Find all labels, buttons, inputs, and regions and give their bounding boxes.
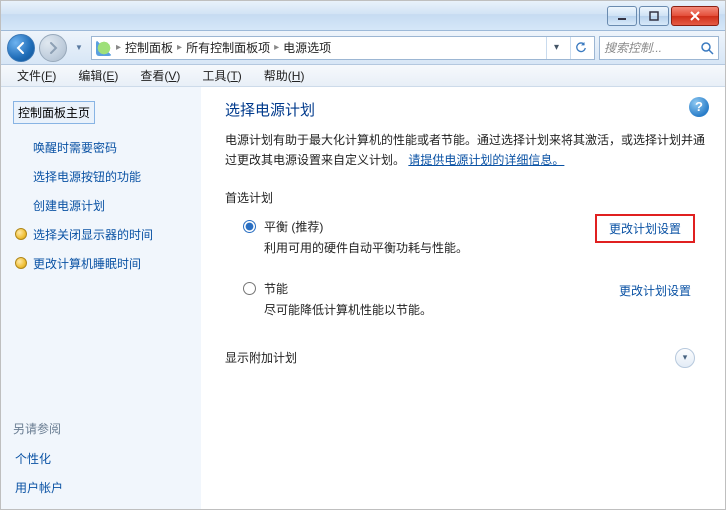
close-button[interactable]: [671, 6, 719, 26]
address-dropdown-button[interactable]: ▾: [546, 37, 566, 59]
plan-radio-balanced[interactable]: [243, 220, 256, 233]
close-icon: [689, 10, 701, 22]
search-icon: [700, 41, 714, 55]
menu-help[interactable]: 帮助(H): [254, 65, 315, 86]
minimize-icon: [616, 10, 628, 22]
refresh-button[interactable]: [570, 37, 590, 59]
more-info-link[interactable]: 请提供电源计划的详细信息。: [408, 153, 564, 167]
change-plan-settings-link[interactable]: 更改计划设置: [615, 280, 695, 301]
menu-edit[interactable]: 编辑(E): [68, 65, 128, 86]
plan-radio-powersaver[interactable]: [243, 282, 256, 295]
search-box[interactable]: 搜索控制...: [599, 36, 719, 60]
arrow-right-icon: [46, 41, 60, 55]
help-icon[interactable]: ?: [689, 97, 709, 117]
nav-forward-button[interactable]: [39, 34, 67, 62]
chevron-down-icon: ▾: [683, 352, 688, 363]
sidebar-link-personalization[interactable]: 个性化: [13, 447, 189, 470]
menubar: 文件(F) 编辑(E) 查看(V) 工具(T) 帮助(H): [1, 65, 725, 87]
plan-name: 平衡 (推荐): [264, 218, 575, 235]
sidebar-link-power-button-action[interactable]: 选择电源按钮的功能: [13, 165, 189, 188]
search-placeholder: 搜索控制...: [604, 39, 662, 56]
breadcrumb-sep-icon: ▸: [116, 42, 121, 53]
menu-view[interactable]: 查看(V): [130, 65, 190, 86]
navbar: ▼ ▸ 控制面板 ▸ 所有控制面板项 ▸ 电源选项 ▾ 搜索控制...: [1, 31, 725, 65]
preferred-plans-label: 首选计划: [225, 189, 705, 206]
minimize-button[interactable]: [607, 6, 637, 26]
menu-file[interactable]: 文件(F): [7, 65, 66, 86]
menu-tools[interactable]: 工具(T): [192, 65, 251, 86]
breadcrumb-item[interactable]: 电源选项: [283, 39, 331, 56]
control-panel-window: ▼ ▸ 控制面板 ▸ 所有控制面板项 ▸ 电源选项 ▾ 搜索控制... 文件(F…: [0, 0, 726, 510]
breadcrumb-item[interactable]: 所有控制面板项: [186, 39, 270, 56]
sidebar-see-also-heading: 另请参阅: [13, 420, 189, 437]
sidebar-link-sleep-time[interactable]: 更改计算机睡眠时间: [13, 252, 189, 275]
sidebar-link-create-plan[interactable]: 创建电源计划: [13, 194, 189, 217]
address-bar[interactable]: ▸ 控制面板 ▸ 所有控制面板项 ▸ 电源选项 ▾: [91, 36, 595, 60]
breadcrumb-sep-icon: ▸: [274, 42, 279, 53]
nav-history-dropdown[interactable]: ▼: [71, 38, 87, 58]
show-additional-plans-label: 显示附加计划: [225, 349, 675, 366]
plan-row-balanced: 平衡 (推荐) 利用可用的硬件自动平衡功耗与性能。 更改计划设置: [225, 212, 705, 260]
plan-row-powersaver: 节能 尽可能降低计算机性能以节能。 更改计划设置: [225, 274, 705, 322]
content-area: 控制面板主页 唤醒时需要密码 选择电源按钮的功能 创建电源计划 选择关闭显示器的…: [1, 87, 725, 509]
change-plan-settings-link[interactable]: 更改计划设置: [595, 214, 695, 243]
show-additional-plans-row[interactable]: 显示附加计划 ▾: [225, 348, 705, 368]
control-panel-icon: [96, 40, 112, 56]
maximize-icon: [648, 10, 660, 22]
breadcrumb-sep-icon: ▸: [177, 42, 182, 53]
sidebar-home-link[interactable]: 控制面板主页: [13, 101, 95, 124]
arrow-left-icon: [14, 41, 28, 55]
titlebar: [1, 1, 725, 31]
plan-description: 尽可能降低计算机性能以节能。: [264, 301, 595, 318]
sidebar: 控制面板主页 唤醒时需要密码 选择电源按钮的功能 创建电源计划 选择关闭显示器的…: [1, 87, 201, 509]
refresh-icon: [575, 42, 587, 54]
expand-button[interactable]: ▾: [675, 348, 695, 368]
plan-name: 节能: [264, 280, 595, 297]
sidebar-link-user-accounts[interactable]: 用户帐户: [13, 476, 189, 499]
page-title: 选择电源计划: [225, 99, 705, 120]
main-panel: ? 选择电源计划 电源计划有助于最大化计算机的性能或者节能。通过选择计划来将其激…: [201, 87, 725, 509]
nav-back-button[interactable]: [7, 34, 35, 62]
breadcrumb-item[interactable]: 控制面板: [125, 39, 173, 56]
sidebar-link-require-password[interactable]: 唤醒时需要密码: [13, 136, 189, 159]
page-description: 电源计划有助于最大化计算机的性能或者节能。通过选择计划来将其激活，或选择计划并通…: [225, 130, 705, 171]
maximize-button[interactable]: [639, 6, 669, 26]
sidebar-link-display-off-time[interactable]: 选择关闭显示器的时间: [13, 223, 189, 246]
plan-description: 利用可用的硬件自动平衡功耗与性能。: [264, 239, 575, 256]
